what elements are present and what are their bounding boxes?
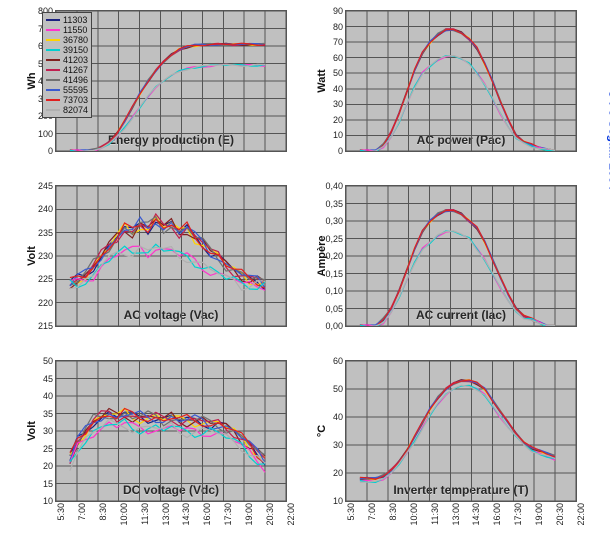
chart-temp: °CInverter temperature (T)1020304050605:… bbox=[345, 360, 577, 502]
series-line bbox=[360, 29, 555, 151]
legend-label: 82074 bbox=[63, 105, 88, 115]
series-line bbox=[360, 380, 555, 479]
legend-label: 41203 bbox=[63, 55, 88, 65]
series-line bbox=[360, 30, 555, 151]
legend-swatch bbox=[46, 69, 60, 71]
y-ticks: 0,000,050,100,150,200,250,300,350,40 bbox=[316, 186, 346, 326]
series-line bbox=[360, 385, 555, 482]
legend-item: 41267 bbox=[46, 65, 88, 75]
legend-label: 73703 bbox=[63, 95, 88, 105]
legend-label: 39150 bbox=[63, 45, 88, 55]
series-line bbox=[360, 30, 555, 151]
legend-swatch bbox=[46, 49, 60, 51]
series-line bbox=[360, 380, 555, 480]
plot-area bbox=[346, 186, 576, 326]
legend-swatch bbox=[46, 109, 60, 111]
y-ticks: 102030405060 bbox=[316, 361, 346, 501]
legend-item: 41203 bbox=[46, 55, 88, 65]
legend-item: 39150 bbox=[46, 45, 88, 55]
series-line bbox=[360, 385, 555, 482]
legend-item: 41496 bbox=[46, 75, 88, 85]
legend-item: 55595 bbox=[46, 85, 88, 95]
legend-swatch bbox=[46, 29, 60, 31]
legend-label: 11303 bbox=[63, 15, 87, 25]
legend-swatch bbox=[46, 19, 60, 21]
y-ticks: 0102030405060708090 bbox=[316, 11, 346, 151]
chart-iac: AmpèreAC current (Iac)0,000,050,100,150,… bbox=[345, 185, 577, 327]
series-line bbox=[360, 380, 555, 479]
legend-label: 41496 bbox=[63, 75, 88, 85]
series-line bbox=[360, 29, 555, 151]
legend-swatch bbox=[46, 89, 60, 91]
plot-area bbox=[346, 11, 576, 151]
series-line bbox=[360, 29, 555, 151]
legend-label: 41267 bbox=[63, 65, 88, 75]
series-line bbox=[360, 386, 555, 482]
plot-area bbox=[56, 186, 286, 326]
plot-area bbox=[346, 361, 576, 501]
series-line bbox=[360, 29, 555, 151]
legend-item: 73703 bbox=[46, 95, 88, 105]
chart-vac: VoltAC voltage (Vac)21522022523023524024… bbox=[55, 185, 287, 327]
chart-pac: WattAC power (Pac)0102030405060708090 bbox=[345, 10, 577, 152]
copyright-text: © PJ Segaar 2004 bbox=[606, 90, 610, 190]
legend-item: 82074 bbox=[46, 105, 88, 115]
series-line bbox=[360, 381, 555, 479]
legend-swatch bbox=[46, 79, 60, 81]
legend-swatch bbox=[46, 59, 60, 61]
x-ticks: 5:307:008:3010:0011:3013:0014:3016:0017:… bbox=[346, 501, 576, 529]
legend-item: 36780 bbox=[46, 35, 88, 45]
legend-label: 36780 bbox=[63, 35, 88, 45]
series-line bbox=[360, 380, 555, 480]
legend-swatch bbox=[46, 99, 60, 101]
legend-label: 55595 bbox=[63, 85, 88, 95]
chart-vdc: VoltDC voltage (Vdc)1015202530354045505:… bbox=[55, 360, 287, 502]
series-line bbox=[70, 43, 265, 151]
legend-label: 11550 bbox=[63, 25, 87, 35]
chart-grid: { "copyright": "© PJ Segaar 2004", "lege… bbox=[0, 0, 610, 540]
series-line bbox=[360, 29, 555, 151]
legend-item: 11303 bbox=[46, 15, 88, 25]
x-ticks: 5:307:008:3010:0011:3013:0014:3016:0017:… bbox=[56, 501, 286, 529]
legend: 1130311550367803915041203412674149655595… bbox=[42, 12, 92, 118]
legend-swatch bbox=[46, 39, 60, 41]
y-ticks: 101520253035404550 bbox=[26, 361, 56, 501]
plot-area bbox=[56, 361, 286, 501]
y-ticks: 215220225230235240245 bbox=[26, 186, 56, 326]
series-line bbox=[360, 380, 555, 479]
series-line bbox=[70, 64, 265, 151]
series-line bbox=[360, 380, 555, 479]
legend-item: 11550 bbox=[46, 25, 88, 35]
